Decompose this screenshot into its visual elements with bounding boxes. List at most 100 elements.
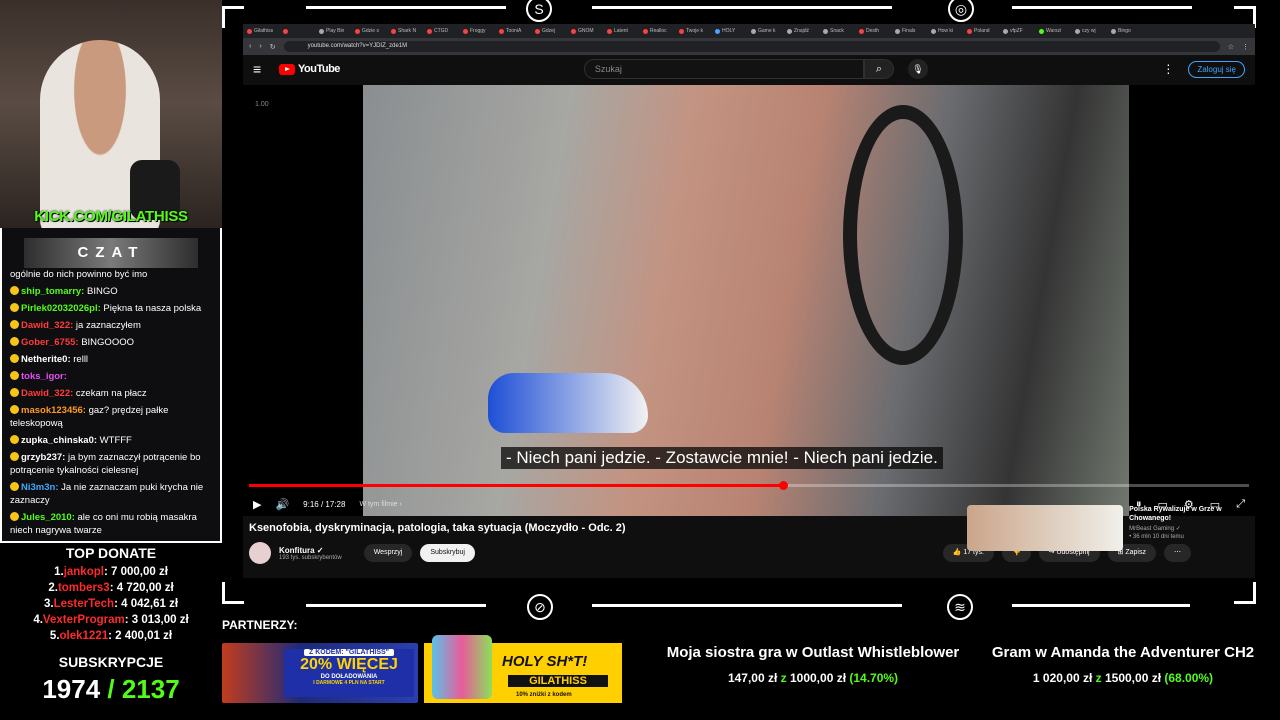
subscribe-button[interactable]: Subskrybuj	[420, 544, 475, 562]
browser-tab[interactable]: Finals	[895, 26, 929, 36]
recommended-video[interactable]: Polska Rywalizuje w Grze w Chowanego! Mr…	[967, 505, 1253, 551]
rec-title[interactable]: Polska Rywalizuje w Grze w Chowanego!	[1129, 505, 1253, 523]
youtube-header: ≡ YouTube Szukaj ⌕ 🎙 ⋮ Zaloguj się	[243, 55, 1255, 83]
reload-icon[interactable]: ↻	[270, 43, 276, 51]
goal-of: z	[1092, 671, 1105, 685]
more-icon[interactable]: ⋮	[1162, 62, 1174, 76]
banner2-small: 10% zniżki z kodem	[516, 692, 572, 698]
browser-tab[interactable]: czy wj	[1075, 26, 1109, 36]
chat-username[interactable]: Dawid_322:	[21, 320, 73, 331]
badge-icon	[10, 320, 19, 329]
channel-avatar[interactable]	[249, 542, 271, 564]
donate-amount: : 2 400,01 zł	[108, 630, 173, 642]
shoe-image	[488, 373, 648, 433]
tab-label: Gilathiss	[254, 28, 274, 34]
youtube-logo-text: YouTube	[298, 63, 340, 75]
target-icon: ◎	[948, 0, 974, 22]
chat-message: ship_tomarry: BINGO	[10, 285, 212, 298]
browser-tab[interactable]: HOLY	[715, 26, 749, 36]
donate-rank: 3.	[43, 598, 54, 610]
browser-window: Gilathiss Play Bin Gdzie s Shark N CTGD Frogg…	[243, 24, 1255, 578]
browser-tab[interactable]: Gdzie s	[355, 26, 389, 36]
browser-tab[interactable]: Znajdź	[787, 26, 821, 36]
badge-icon	[10, 371, 19, 380]
browser-tab[interactable]: TooniA	[499, 26, 533, 36]
browser-tab[interactable]: Latent	[607, 26, 641, 36]
browser-tab[interactable]: Game k	[751, 26, 785, 36]
search-input[interactable]: Szukaj	[583, 59, 864, 79]
back-icon[interactable]: ‹	[249, 43, 251, 50]
signin-button[interactable]: Zaloguj się	[1188, 60, 1245, 78]
badge-icon	[10, 512, 19, 521]
chat-message: toks_igor:	[10, 370, 212, 383]
chat-username[interactable]: Pirlek02032026pl:	[21, 303, 101, 314]
browser-tab[interactable]: CTGD	[427, 26, 461, 36]
donate-rank: 4.	[33, 614, 43, 626]
chat-username[interactable]: Gober_6755:	[21, 337, 79, 348]
browser-tab[interactable]: Play Bin	[319, 26, 353, 36]
kick-handle: KICK.COM/GILATHISS	[34, 208, 188, 225]
badge-icon	[10, 435, 19, 444]
goal-value: 1 020,00 zł z 1500,00 zł (68.00%)	[980, 671, 1266, 685]
favicon-icon	[967, 28, 972, 34]
progress-handle[interactable]	[779, 481, 788, 490]
progress-bar[interactable]	[249, 481, 1249, 490]
search-icon[interactable]: ⌕	[863, 59, 894, 79]
browser-tab[interactable]: Shark N	[391, 26, 425, 36]
menu-icon[interactable]: ≡	[253, 61, 273, 77]
play-icon[interactable]: ▶	[253, 498, 261, 511]
browser-tab[interactable]: How ki	[931, 26, 965, 36]
chat-username[interactable]: Dawid_322:	[21, 388, 73, 399]
favicon-icon	[1003, 28, 1008, 34]
forward-icon[interactable]: ›	[259, 43, 261, 50]
browser-tab[interactable]: Poland	[967, 26, 1001, 36]
donation-goal-2: Gram w Amanda the Adventurer CH2 1 020,0…	[980, 644, 1266, 685]
cans-image	[432, 635, 492, 699]
donate-name: tombers3	[57, 582, 110, 594]
tab-label: Shark N	[398, 28, 417, 34]
browser-tab[interactable]: Gdzej	[535, 26, 569, 36]
chat-username[interactable]: masok123456:	[21, 405, 86, 416]
chapter-button[interactable]: W tym filmie ›	[359, 501, 401, 508]
quality-tag: 1.00	[255, 101, 269, 108]
browser-tab[interactable]: GNOM	[571, 26, 605, 36]
chat-text: ogólnie do nich powinno być imo	[10, 269, 148, 280]
favicon-icon	[463, 28, 468, 34]
browser-tab[interactable]: Froggy	[463, 26, 497, 36]
mic-icon[interactable]: 🎙	[907, 59, 928, 79]
chat-username[interactable]: zupka_chinska0:	[21, 435, 97, 446]
extensions-icon[interactable]: ⋮	[1242, 43, 1249, 51]
tab-label: Poland	[974, 28, 990, 34]
chat-username[interactable]: grzyb237:	[21, 452, 65, 463]
tab-label: Znajdź	[794, 28, 810, 34]
browser-tab[interactable]: Warszi	[1039, 26, 1073, 36]
browser-tab[interactable]	[283, 26, 317, 36]
banner1-small: I DARMOWE 4 PLN NA START	[313, 680, 385, 686]
chat-message: Netherite0: relll	[10, 353, 212, 366]
chat-username[interactable]: Ni3m3n:	[21, 482, 58, 493]
chat-username[interactable]: Jules_2010:	[21, 512, 75, 523]
rec-thumbnail[interactable]	[967, 505, 1124, 551]
browser-tab[interactable]: Realloc	[643, 26, 677, 36]
browser-tab[interactable]: Snack	[823, 26, 857, 36]
bookmark-icon[interactable]: ☆	[1228, 43, 1234, 51]
volume-icon[interactable]: 🔊	[275, 498, 289, 511]
browser-tab[interactable]: vfpZF	[1003, 26, 1037, 36]
donate-name: olek1221	[59, 630, 109, 642]
favicon-icon	[679, 28, 684, 34]
support-button[interactable]: Wesprzyj	[363, 544, 413, 562]
channel-name[interactable]: Konfitura ✓	[279, 546, 342, 555]
video-player[interactable]: 1.00 - Niech pani jedzie. - Zostawcie mn…	[243, 85, 1255, 516]
donate-name: LesterTech	[53, 598, 115, 610]
goal-title: Moja siostra gra w Outlast Whistleblower	[666, 644, 960, 661]
chat-username[interactable]: toks_igor:	[21, 371, 67, 382]
browser-tab[interactable]: Bingo	[1111, 26, 1145, 36]
url-field[interactable]: youtube.com/watch?v=YJDIZ_zde1M	[283, 41, 1220, 52]
chat-username[interactable]: Netherite0:	[21, 354, 71, 365]
youtube-logo[interactable]: YouTube	[279, 63, 340, 75]
browser-tab[interactable]: Gilathiss	[247, 26, 281, 36]
chat-username[interactable]: ship_tomarry:	[21, 286, 84, 297]
chat-message: Pirlek02032026pl: Piękna ta nasza polska	[10, 302, 212, 315]
browser-tab[interactable]: Twoje k	[679, 26, 713, 36]
browser-tab[interactable]: Desth	[859, 26, 893, 36]
